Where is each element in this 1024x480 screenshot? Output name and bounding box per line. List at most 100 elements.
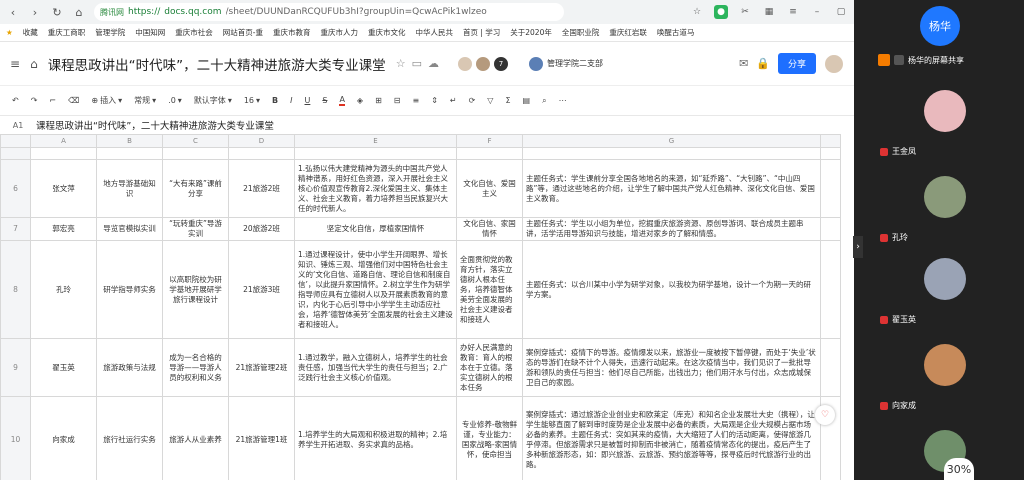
- cell[interactable]: 全面贯彻党的教育方针，落实立德树人根本任务，培养德智体美劳全面发展的社会主义建设…: [456, 240, 523, 339]
- wrap-icon[interactable]: ↵: [450, 96, 457, 105]
- cell[interactable]: 地方导游基础知识: [96, 159, 163, 218]
- cell[interactable]: [96, 147, 163, 160]
- bookmark-item[interactable]: 管理学院: [95, 27, 125, 38]
- cell[interactable]: 1.弘扬以伟大建党精神为源头的中国共产党人精神谱系，用好红色资源，深入开展社会主…: [294, 159, 457, 218]
- cell[interactable]: 文化自信、家国情怀: [456, 217, 523, 241]
- mail-icon[interactable]: ✉: [739, 57, 748, 70]
- cell[interactable]: [30, 147, 97, 160]
- redo-icon[interactable]: ↷: [31, 96, 38, 105]
- maximize-icon[interactable]: ▢: [834, 5, 848, 19]
- cell-image[interactable]: [820, 159, 841, 218]
- cell[interactable]: [820, 147, 841, 160]
- cell[interactable]: [820, 240, 841, 339]
- cell[interactable]: [294, 147, 457, 160]
- row-header[interactable]: 10: [0, 396, 31, 480]
- row-header[interactable]: [0, 147, 31, 160]
- cell[interactable]: 1.通过课程设计，使中小学生开阔眼界、增长知识、锤炼三观、增强他们对中国特色社会…: [294, 240, 457, 339]
- column-header[interactable]: G: [522, 134, 821, 148]
- cell[interactable]: 21旅游2班: [228, 159, 295, 218]
- cell[interactable]: 张文萍: [30, 159, 97, 218]
- cell[interactable]: 郭宏亮: [30, 217, 97, 241]
- bookmark-item[interactable]: 重庆市文化: [368, 27, 406, 38]
- font-color-icon[interactable]: A: [339, 95, 345, 106]
- lock-icon[interactable]: 🔒: [756, 57, 770, 70]
- minimize-icon[interactable]: –: [810, 5, 824, 19]
- bookmark-item[interactable]: 网站首页-重: [223, 27, 263, 38]
- scissors-icon[interactable]: ✂: [738, 5, 752, 19]
- valign-icon[interactable]: ⇕: [431, 96, 438, 105]
- font-select[interactable]: 默认字体 ▾: [194, 95, 232, 106]
- format-painter-icon[interactable]: ⌐: [49, 96, 56, 105]
- corner-cell[interactable]: [0, 134, 31, 148]
- undo-icon[interactable]: ↶: [12, 96, 19, 105]
- column-header[interactable]: D: [228, 134, 295, 148]
- home-icon[interactable]: ⌂: [30, 57, 38, 71]
- cell[interactable]: 20旅游2班: [228, 217, 295, 241]
- strikethrough-icon[interactable]: S: [322, 96, 327, 105]
- bookmark-star-icon[interactable]: ☆: [690, 5, 704, 19]
- cell[interactable]: [162, 147, 229, 160]
- grid-icon[interactable]: ▦: [762, 5, 776, 19]
- cell[interactable]: 主题任务式：学生课前分享全国各地地名的来源，如“延乔路”、“大钊路”、“中山四路…: [522, 159, 821, 218]
- column-header[interactable]: [820, 134, 841, 148]
- decimal-button[interactable]: .0 ▾: [168, 96, 182, 105]
- folder-icon[interactable]: ▭: [412, 57, 422, 70]
- font-size-select[interactable]: 16 ▾: [244, 96, 260, 105]
- back-icon[interactable]: ‹: [6, 5, 20, 19]
- row-header[interactable]: 9: [0, 338, 31, 397]
- freeze-icon[interactable]: ▤: [523, 96, 531, 105]
- collaborators[interactable]: 7: [456, 55, 509, 72]
- cell[interactable]: [522, 147, 821, 160]
- bookmark-item[interactable]: 关于2020年: [510, 27, 552, 38]
- participant-tile[interactable]: 王金凤: [874, 86, 1022, 162]
- participant-tile[interactable]: 孔玲: [874, 172, 1022, 248]
- bookmark-item[interactable]: 首页 | 学习: [463, 27, 500, 38]
- share-button[interactable]: 分享: [777, 53, 816, 74]
- collapse-panel-icon[interactable]: ›: [853, 236, 863, 258]
- bookmark-item[interactable]: 重庆工商职: [48, 27, 86, 38]
- bookmark-item[interactable]: 唤醒古道马: [657, 27, 695, 38]
- column-header[interactable]: B: [96, 134, 163, 148]
- cell[interactable]: 文化自信、爱国主义: [456, 159, 523, 218]
- cell[interactable]: 主题任务式：以合川某中小学为研学对象，以我校为研学基地，设计一个为期一天的研学方…: [522, 240, 821, 339]
- star-icon[interactable]: ☆: [396, 57, 406, 70]
- refresh-icon[interactable]: ↻: [50, 5, 64, 19]
- filter-icon[interactable]: ▽: [487, 96, 493, 105]
- italic-icon[interactable]: I: [290, 96, 292, 105]
- cell[interactable]: 导览官模拟实训: [96, 217, 163, 241]
- participant-tile[interactable]: 向家成: [874, 340, 1022, 416]
- cell[interactable]: 1.通过教学，融入立德树人，培养学生的社会责任感，加强当代大学生的责任与担当；2…: [294, 338, 457, 397]
- user-avatar[interactable]: [824, 53, 844, 74]
- cell[interactable]: 1.培养学生的大局观和积极进取的精神；2.培养学生开拓进取、务实求真的品格。: [294, 396, 457, 480]
- bold-icon[interactable]: B: [272, 96, 278, 105]
- cell[interactable]: 21旅游3班: [228, 240, 295, 339]
- align-left-icon[interactable]: ≡: [412, 96, 419, 105]
- cell[interactable]: 21旅游管理1班: [228, 396, 295, 480]
- cell[interactable]: 21旅游管理2班: [228, 338, 295, 397]
- cell[interactable]: 旅行社运行实务: [96, 396, 163, 480]
- insert-button[interactable]: ⊕ 插入 ▾: [91, 95, 122, 106]
- cell[interactable]: 案例穿插式：疫情下的导游。疫情爆发以来，旅游业一度被按下暂停键，而处于‘失业’状…: [522, 338, 821, 397]
- extension-icon[interactable]: ●: [714, 5, 728, 19]
- rotate-icon[interactable]: ⟳: [469, 96, 476, 105]
- cell[interactable]: “玩转重庆”导游实训: [162, 217, 229, 241]
- bookmark-item[interactable]: 收藏: [23, 27, 38, 38]
- number-format-select[interactable]: 常规 ▾: [134, 95, 156, 106]
- column-header[interactable]: A: [30, 134, 97, 148]
- cell[interactable]: 研学指导师实务: [96, 240, 163, 339]
- merge-icon[interactable]: ⊟: [394, 96, 401, 105]
- cell-image[interactable]: [820, 338, 841, 397]
- formula-bar[interactable]: A1 课程思政讲出“时代味”，二十大精神进旅游大类专业课堂: [0, 118, 854, 133]
- search-icon[interactable]: ⌕: [542, 96, 546, 106]
- cell[interactable]: [228, 147, 295, 160]
- speaker-avatar[interactable]: 杨华: [920, 6, 960, 46]
- cell[interactable]: 旅游政策与法规: [96, 338, 163, 397]
- column-header[interactable]: E: [294, 134, 457, 148]
- row-header[interactable]: 7: [0, 217, 31, 241]
- function-icon[interactable]: Σ: [505, 96, 510, 105]
- cell-image[interactable]: [820, 217, 841, 241]
- feedback-icon[interactable]: ♡: [815, 405, 835, 425]
- cell[interactable]: 坚定文化自信，厚植家国情怀: [294, 217, 457, 241]
- clear-format-icon[interactable]: ⌫: [68, 96, 79, 105]
- cell[interactable]: 成为一名合格的导游——导游人员的权利和义务: [162, 338, 229, 397]
